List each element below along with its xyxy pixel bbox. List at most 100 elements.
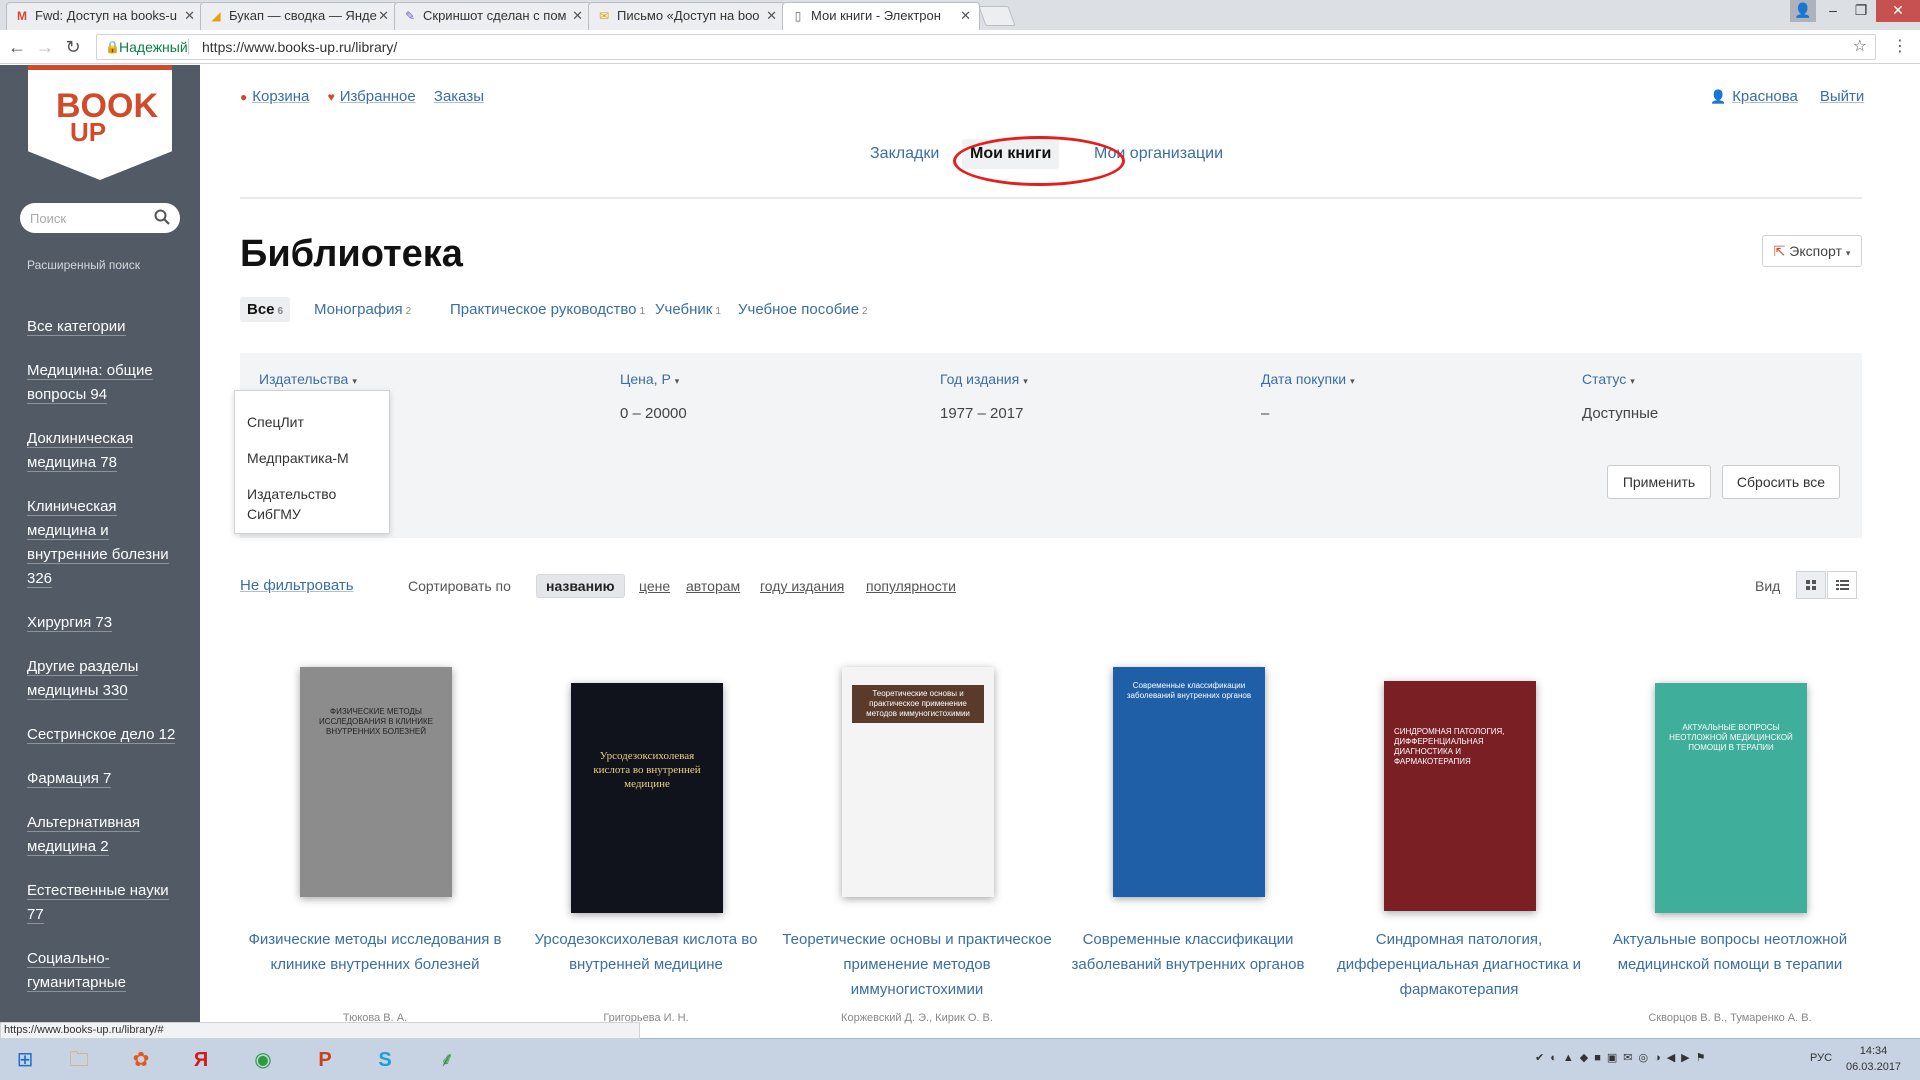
browser-tab[interactable]: ✉ Письмо «Доступ на boo ✕ [588,2,786,30]
tab-bookmarks[interactable]: Закладки [870,145,939,163]
close-icon[interactable]: ✕ [378,3,389,29]
logout-link[interactable]: Выйти [1820,88,1864,105]
no-filter-link[interactable]: Не фильтровать [240,577,354,594]
category-item[interactable]: Естественные науки 77 [27,879,187,927]
cart-link[interactable]: ● Корзина [240,88,309,105]
price-filter[interactable]: Цена, Р ▾ [620,371,679,387]
clock[interactable]: 14:34 06.03.2017 [1846,1043,1901,1075]
book-title[interactable]: Теоретические основы и практическое прим… [782,927,1052,1002]
sort-by-title[interactable]: названию [536,574,625,598]
yandex-browser-icon[interactable]: Я [178,1043,224,1077]
skype-icon[interactable]: S [362,1043,408,1077]
media-player-icon[interactable]: ✿ [118,1043,164,1077]
category-label: Все категории [27,318,126,336]
category-item[interactable]: Фармация 7 [27,767,187,791]
category-item[interactable]: Сестринское дело 12 [27,723,187,747]
browser-menu-icon[interactable]: ⋮ [1892,36,1908,56]
powerpoint-icon[interactable]: P [302,1043,348,1077]
favorites-link[interactable]: ♥ Избранное [328,88,416,105]
dropdown-option[interactable]: Медпрактика-М [247,448,377,468]
cover-text: АКТУАЛЬНЫЕ ВОПРОСЫ НЕОТЛОЖНОЙ МЕДИЦИНСКО… [1669,723,1793,752]
reset-all-button[interactable]: Сбросить все [1722,465,1840,499]
book-cover[interactable]: Современные классификации заболеваний вн… [1113,667,1265,897]
forward-icon[interactable]: → [34,36,56,58]
grass-app-icon[interactable]: ⸙ [424,1043,470,1077]
dropdown-option[interactable]: Издательство СибГМУ [247,484,377,524]
new-tab-button[interactable] [978,6,1016,26]
minimize-icon[interactable]: – [1820,0,1846,22]
start-button-icon[interactable]: ⊞ [2,1043,48,1077]
favorites-label: Избранное [339,88,416,105]
bookmark-star-icon[interactable]: ☆ [1853,35,1867,59]
book-cover[interactable]: Урсодезоксихолевая кислота во внутренней… [571,683,723,913]
close-icon[interactable]: ✕ [960,3,971,29]
file-explorer-icon[interactable]: 🗀 [56,1043,102,1077]
publishers-label: Издательства [259,371,349,387]
maximize-icon[interactable]: ❐ [1848,0,1874,22]
book-cover[interactable]: АКТУАЛЬНЫЕ ВОПРОСЫ НЕОТЛОЖНОЙ МЕДИЦИНСКО… [1655,683,1807,913]
chrome-icon[interactable]: ◉ [240,1043,286,1077]
sort-by-price[interactable]: цене [639,578,670,594]
filter-all[interactable]: Все 6 [240,297,291,322]
browser-tab-active[interactable]: ▯ Мои книги - Электрон ✕ [782,2,980,30]
book-cover[interactable]: СИНДРОМНАЯ ПАТОЛОГИЯ, ДИФФЕРЕНЦИАЛЬНАЯ Д… [1384,681,1536,911]
apply-button[interactable]: Применить [1607,465,1711,499]
reload-icon[interactable]: ↻ [62,36,84,58]
search-icon[interactable] [154,209,170,225]
user-name-link[interactable]: Краснова [1732,88,1798,105]
user-profile-icon[interactable]: 👤 [1790,0,1816,22]
grid-view-button[interactable] [1796,571,1826,599]
filter-study-guide[interactable]: Учебное пособие 2 [738,301,868,318]
close-icon[interactable]: ✕ [184,3,195,29]
taskbar: ⊞ 🗀 ✿ Я ◉ P S ⸙ ✔◐▲◆■▣✉◎◑◀▶⚑ РУС 14:34 0… [0,1038,1920,1080]
category-item[interactable]: Другие разделы медицины 330 [27,655,187,703]
book-title[interactable]: Актуальные вопросы неотложной медицинско… [1595,927,1865,977]
category-item[interactable]: Альтернативная медицина 2 [27,811,187,859]
sort-by-popularity[interactable]: популярности [866,578,956,594]
close-icon[interactable]: ✕ [766,3,777,29]
sort-by-author[interactable]: авторам [686,578,740,594]
publishers-filter[interactable]: Издательства ▾ [259,371,357,387]
orders-link[interactable]: Заказы [434,88,484,105]
book-title[interactable]: Современные классификации заболеваний вн… [1053,927,1323,977]
browser-tab[interactable]: M Fwd: Доступ на books-u ✕ [6,2,204,30]
book-title[interactable]: Синдромная патология, дифференциальная д… [1324,927,1594,1002]
category-item[interactable]: Хирургия 73 [27,611,187,635]
list-view-button[interactable] [1827,571,1857,599]
browser-tab[interactable]: ✎ Скриншот сделан с пом ✕ [394,2,592,30]
book-title[interactable]: Урсодезоксихолевая кислота во внутренней… [511,927,781,977]
dropdown-option[interactable]: СпецЛит [247,412,377,432]
cover-text: Урсодезоксихолевая кислота во внутренней… [593,750,701,790]
language-indicator[interactable]: РУС [1810,1052,1832,1064]
category-item[interactable]: Все категории [27,315,187,339]
close-icon[interactable]: ✕ [572,3,583,29]
site-logo[interactable]: BOOK UP [28,65,172,180]
browser-tab[interactable]: ◢ Букап — сводка — Янде ✕ [200,2,398,30]
category-item[interactable]: Доклиническая медицина 78 [27,427,187,475]
cover-text: ФИЗИЧЕСКИЕ МЕТОДЫ ИССЛЕДОВАНИЯ В КЛИНИКЕ… [319,707,433,736]
category-item[interactable]: Социально-гуманитарные [27,947,187,995]
header-links: ● Корзина ♥ Избранное Заказы [240,88,498,105]
export-button[interactable]: ⇱ Экспорт ▾ [1762,235,1862,267]
url-text: https://www.books-up.ru/library/ [202,39,398,55]
book-cover[interactable]: Теоретические основы и практическое прим… [842,667,994,897]
system-tray-icons[interactable]: ✔◐▲◆■▣✉◎◑◀▶⚑ [1535,1051,1711,1064]
url-field[interactable]: 🔒 Надежный https://www.books-up.ru/libra… [96,34,1876,60]
filter-textbook[interactable]: Учебник 1 [655,301,721,318]
category-label: Сестринское дело 12 [27,726,176,744]
window-close-icon[interactable]: ✕ [1876,0,1920,22]
purchase-date-filter[interactable]: Дата покупки ▾ [1261,371,1355,387]
export-label: Экспорт [1789,243,1842,259]
filter-practical-guide[interactable]: Практическое руководство 1 [450,301,645,318]
back-icon[interactable]: ← [6,36,28,58]
advanced-search-link[interactable]: Расширенный поиск [27,258,140,272]
search-input[interactable] [30,208,148,228]
sort-by-year[interactable]: году издания [760,578,844,594]
book-title[interactable]: Физические методы исследования в клинике… [240,927,510,977]
status-filter[interactable]: Статус ▾ [1582,371,1635,387]
category-item[interactable]: Медицина: общие вопросы 94 [27,359,187,407]
year-filter[interactable]: Год издания ▾ [940,371,1028,387]
filter-monograph[interactable]: Монография 2 [314,301,411,318]
category-item[interactable]: Клиническая медицина и внутренние болезн… [27,495,187,591]
book-cover[interactable]: ФИЗИЧЕСКИЕ МЕТОДЫ ИССЛЕДОВАНИЯ В КЛИНИКЕ… [300,667,452,897]
